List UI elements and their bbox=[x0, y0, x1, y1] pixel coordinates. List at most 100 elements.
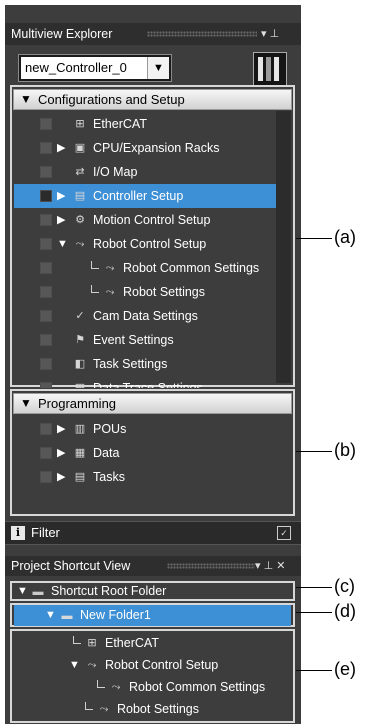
filter-bar[interactable]: i Filter ✓ bbox=[5, 521, 301, 545]
expand-icon[interactable]: ▶ bbox=[57, 208, 65, 232]
tree-item-robot-control-setup[interactable]: ▼ ⤳ Robot Control Setup bbox=[14, 232, 276, 256]
tree-item-controller-setup[interactable]: ▶ ▤ Controller Setup bbox=[14, 184, 276, 208]
new-folder-row[interactable]: ▼ ▬ New Folder1 bbox=[14, 605, 291, 626]
controller-select[interactable]: new_Controller_0 ▼ bbox=[18, 54, 172, 82]
item-checkbox[interactable] bbox=[40, 447, 52, 459]
tree-item-label: Robot Common Settings bbox=[129, 680, 266, 694]
info-icon: i bbox=[11, 526, 25, 540]
folder-icon: ▬ bbox=[61, 610, 73, 622]
tree-connector bbox=[97, 680, 105, 688]
expand-icon[interactable]: ▶ bbox=[57, 184, 65, 208]
ethercat-icon: ⊞ bbox=[87, 637, 97, 649]
expand-icon[interactable]: ▼ bbox=[17, 581, 28, 602]
tree-connector bbox=[91, 285, 99, 293]
tree-item-pous[interactable]: ▶ ▥ POUs bbox=[14, 417, 290, 441]
tree-item-robot-settings[interactable]: ⤳ Robot Settings bbox=[14, 280, 276, 304]
tree-item-ethercat[interactable]: ⊞ EtherCAT bbox=[14, 631, 291, 655]
programming-header[interactable]: ▼ Programming bbox=[13, 393, 292, 414]
header-grip[interactable] bbox=[147, 31, 257, 37]
filter-pin-icon[interactable]: ✓ bbox=[277, 526, 291, 540]
callout-line-d bbox=[296, 612, 332, 613]
shortcut-root-label: Shortcut Root Folder bbox=[51, 584, 167, 598]
tree-item-cpu-expansion-racks[interactable]: ▶ ▣ CPU/Expansion Racks bbox=[14, 136, 276, 160]
gear-icon: ⚙ bbox=[75, 214, 85, 226]
callout-line-c bbox=[296, 587, 332, 588]
tree-item-label: Tasks bbox=[93, 470, 125, 484]
tree-item-label: Cam Data Settings bbox=[93, 309, 198, 323]
controller-name: new_Controller_0 bbox=[25, 60, 127, 75]
item-checkbox[interactable] bbox=[40, 382, 52, 388]
configurations-header[interactable]: ▼ Configurations and Setup bbox=[13, 89, 292, 110]
tree-item-event-settings[interactable]: ⚑ Event Settings bbox=[14, 328, 276, 352]
expand-icon[interactable]: ▶ bbox=[57, 441, 65, 465]
tree-item-label: EtherCAT bbox=[93, 117, 147, 131]
expand-icon[interactable]: ▼ bbox=[45, 605, 56, 626]
tree-item-robot-common-settings[interactable]: ⤳ Robot Common Settings bbox=[14, 256, 276, 280]
shortcut-header-controls[interactable]: ▾ ⊥ ✕ bbox=[255, 556, 285, 576]
callout-d: (d) bbox=[334, 601, 356, 621]
tree-item-tasks[interactable]: ▶ ▤ Tasks bbox=[14, 465, 290, 489]
item-checkbox[interactable] bbox=[40, 358, 52, 370]
item-checkbox[interactable] bbox=[40, 190, 52, 202]
item-checkbox[interactable] bbox=[40, 286, 52, 298]
callout-line-a bbox=[296, 238, 332, 239]
tree-item-i-o-map[interactable]: ⇄ I/O Map bbox=[14, 160, 276, 184]
tree-item-motion-control-setup[interactable]: ▶ ⚙ Motion Control Setup bbox=[14, 208, 276, 232]
item-checkbox[interactable] bbox=[40, 214, 52, 226]
tree-connector bbox=[91, 261, 99, 269]
programming-label: Programming bbox=[38, 396, 117, 411]
controller-icon[interactable] bbox=[253, 52, 287, 86]
item-checkbox[interactable] bbox=[40, 334, 52, 346]
collapse-icon[interactable]: ▼ bbox=[69, 653, 80, 677]
tree-item-label: Robot Settings bbox=[123, 285, 205, 299]
tree-item-cam-data-settings[interactable]: ✓ Cam Data Settings bbox=[14, 304, 276, 328]
tree-item-robot-settings[interactable]: ⤳ Robot Settings bbox=[14, 697, 291, 721]
configurations-scrollbar[interactable] bbox=[276, 111, 291, 383]
tree-item-label: Motion Control Setup bbox=[93, 213, 211, 227]
expand-icon[interactable]: ▶ bbox=[57, 417, 65, 441]
robot-common-icon: ⤳ bbox=[111, 681, 121, 693]
item-checkbox[interactable] bbox=[40, 423, 52, 435]
item-checkbox[interactable] bbox=[40, 118, 52, 130]
shortcut-view-header: Project Shortcut View ▾ ⊥ ✕ bbox=[5, 556, 301, 576]
tree-item-ethercat[interactable]: ⊞ EtherCAT bbox=[14, 112, 276, 136]
robot-common-icon: ⤳ bbox=[105, 262, 115, 274]
pou-icon: ▥ bbox=[74, 423, 86, 435]
tree-connector bbox=[85, 702, 93, 710]
expand-icon[interactable]: ▶ bbox=[57, 465, 65, 489]
robot-icon: ⤳ bbox=[87, 659, 97, 671]
collapse-icon[interactable]: ▼ bbox=[57, 232, 68, 256]
multiview-explorer-panel: Multiview Explorer ▾ ⊥ new_Controller_0 … bbox=[5, 5, 301, 724]
task-icon: ◧ bbox=[74, 358, 86, 370]
callout-line-b bbox=[296, 451, 332, 452]
item-checkbox[interactable] bbox=[40, 262, 52, 274]
tree-item-label: Robot Control Setup bbox=[93, 237, 207, 251]
callout-b: (b) bbox=[334, 440, 356, 460]
shortcut-header-grip[interactable] bbox=[167, 563, 255, 569]
tree-item-label: Data bbox=[93, 446, 120, 460]
tree-item-label: Robot Common Settings bbox=[123, 261, 260, 275]
collapse-icon[interactable]: ▼ bbox=[20, 394, 32, 413]
tree-item-label: CPU/Expansion Racks bbox=[93, 141, 220, 155]
header-pin-icon[interactable]: ▾ ⊥ bbox=[261, 23, 279, 45]
ethercat-icon: ⊞ bbox=[75, 118, 85, 130]
item-checkbox[interactable] bbox=[40, 238, 52, 250]
tree-item-robot-common-settings[interactable]: ⤳ Robot Common Settings bbox=[14, 675, 291, 699]
collapse-icon[interactable]: ▼ bbox=[20, 90, 32, 109]
tree-item-label: EtherCAT bbox=[105, 636, 159, 650]
item-checkbox[interactable] bbox=[40, 471, 52, 483]
tree-item-label: Robot Settings bbox=[117, 702, 199, 716]
expand-icon[interactable]: ▶ bbox=[57, 136, 65, 160]
callout-a: (a) bbox=[334, 227, 356, 247]
tree-item-task-settings[interactable]: ◧ Task Settings bbox=[14, 352, 276, 376]
tree-item-data-trace-settings[interactable]: ▦ Data Trace Settings bbox=[14, 376, 276, 388]
shortcut-root-folder[interactable]: ▼ ▬ Shortcut Root Folder bbox=[15, 581, 290, 602]
robot-settings-icon: ⤳ bbox=[105, 286, 115, 298]
chevron-down-icon[interactable]: ▼ bbox=[147, 57, 169, 79]
data-icon: ▦ bbox=[74, 447, 86, 459]
item-checkbox[interactable] bbox=[40, 310, 52, 322]
tree-item-robot-control-setup[interactable]: ▼ ⤳ Robot Control Setup bbox=[14, 653, 291, 677]
tree-item-data[interactable]: ▶ ▦ Data bbox=[14, 441, 290, 465]
item-checkbox[interactable] bbox=[40, 142, 52, 154]
item-checkbox[interactable] bbox=[40, 166, 52, 178]
